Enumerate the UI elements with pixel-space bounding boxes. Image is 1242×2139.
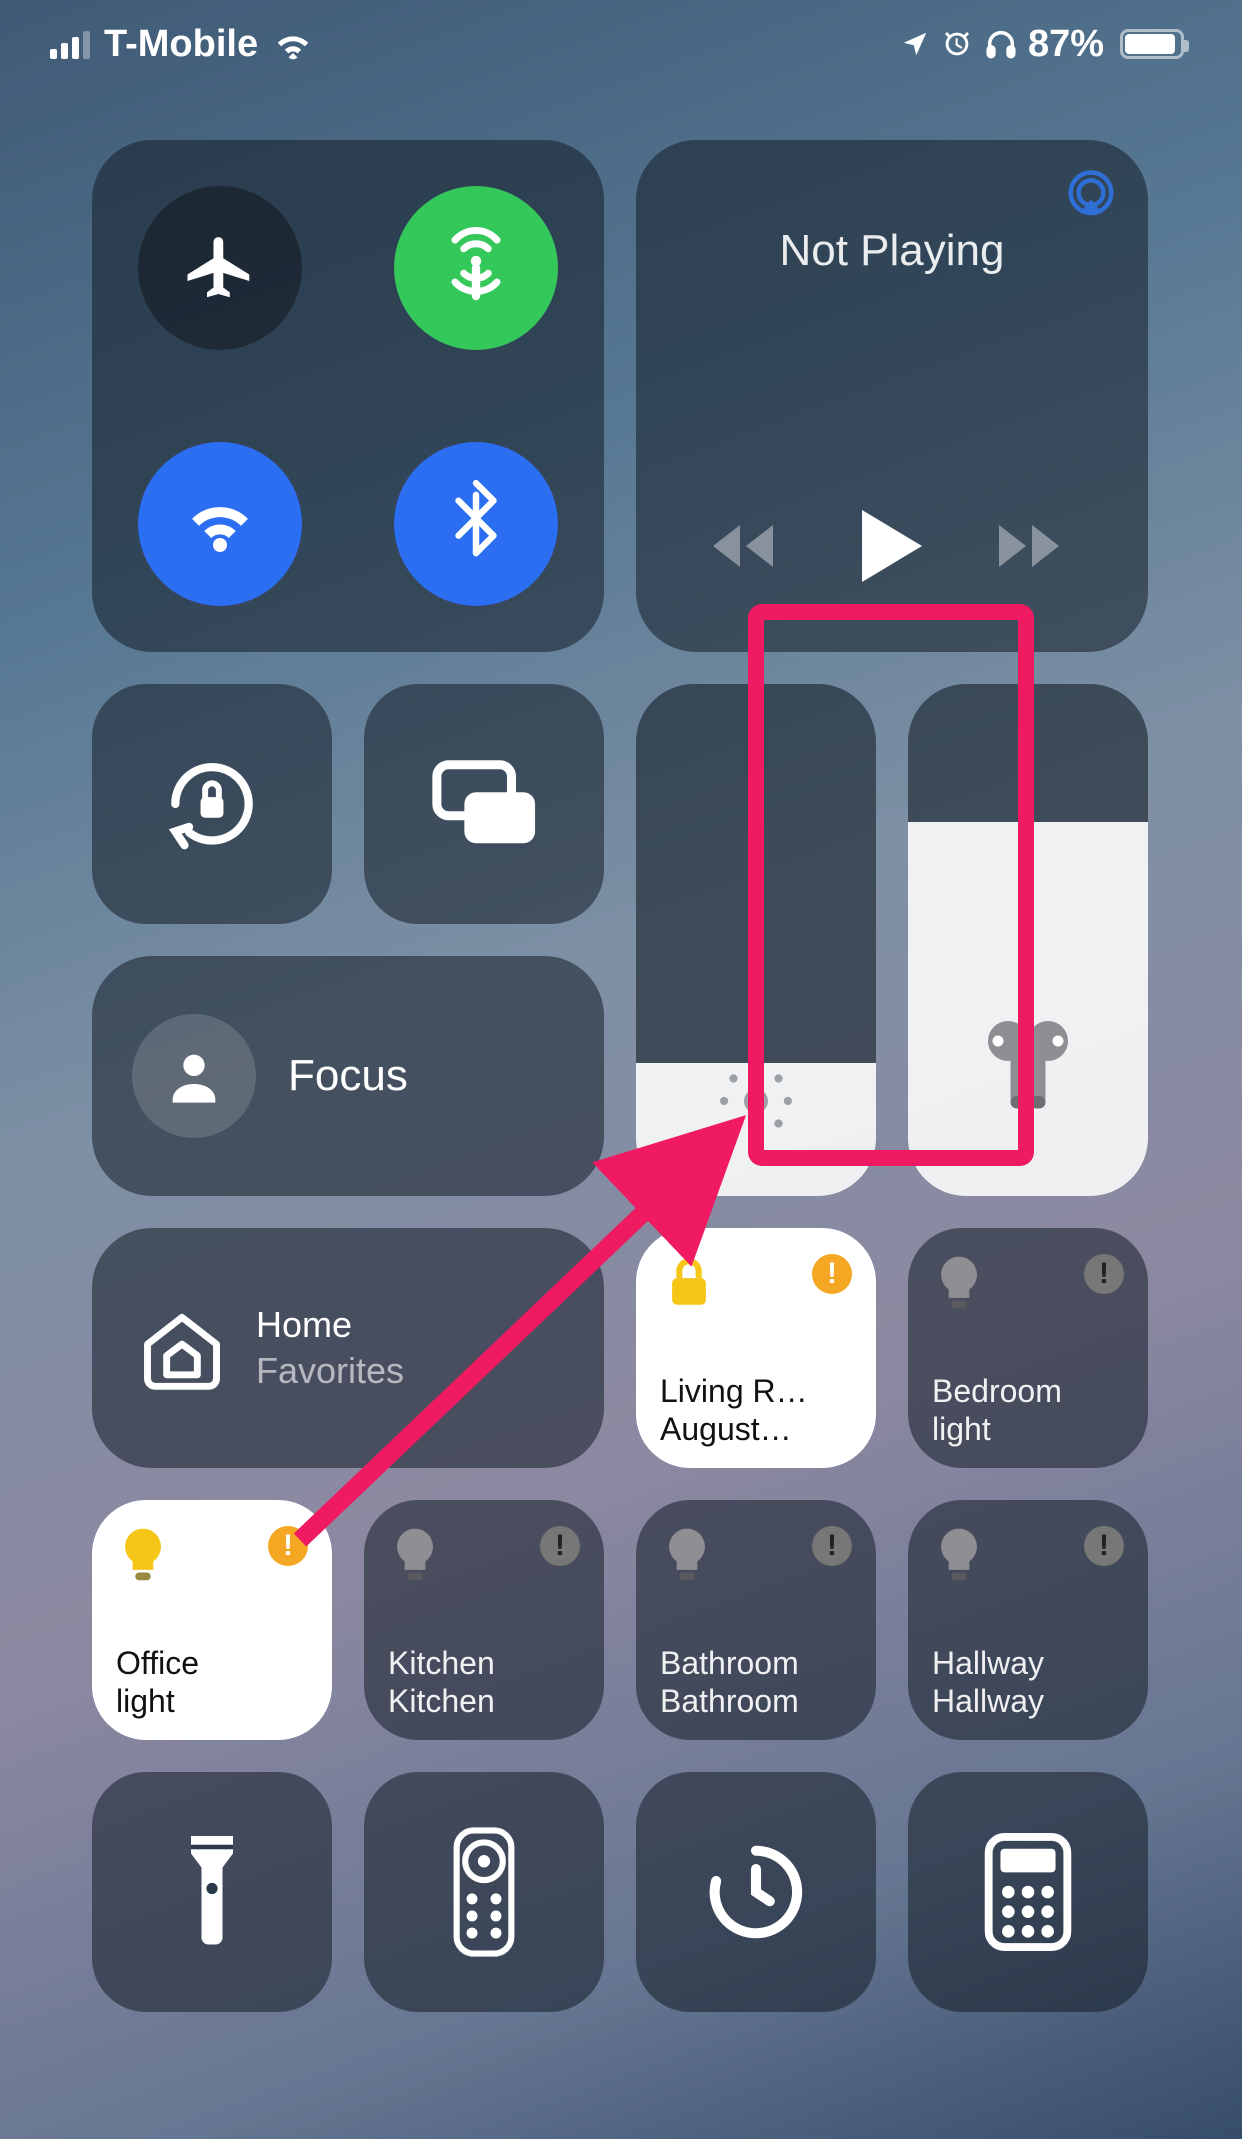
warning-badge-icon: ! [1084, 1254, 1124, 1294]
battery-percent-label: 87% [1028, 23, 1104, 66]
rotation-lock-icon [157, 749, 267, 859]
accessory-line1: Hallway [932, 1644, 1124, 1682]
flashlight-icon [177, 1832, 247, 1952]
airplane-mode-toggle[interactable] [138, 186, 302, 350]
accessory-tile[interactable]: ! Hallway Hallway [908, 1500, 1148, 1740]
timer-button[interactable] [636, 1772, 876, 2012]
warning-badge-icon: ! [812, 1526, 852, 1566]
tv-remote-icon [453, 1827, 515, 1957]
bulb-icon [660, 1526, 714, 1588]
wifi-toggle[interactable] [138, 442, 302, 606]
status-bar: T-Mobile 87% [0, 0, 1242, 88]
accessory-line1: Living R… [660, 1372, 852, 1410]
accessory-tile[interactable]: ! Living R… August… [636, 1228, 876, 1468]
battery-icon [1120, 29, 1184, 59]
sun-icon [711, 1056, 801, 1146]
accessory-line2: light [116, 1682, 308, 1720]
bluetooth-toggle[interactable] [394, 442, 558, 606]
media-next-button[interactable] [999, 518, 1071, 574]
calculator-button[interactable] [908, 1772, 1148, 2012]
bulb-icon [932, 1254, 986, 1316]
accessory-tile[interactable]: ! Bathroom Bathroom [636, 1500, 876, 1740]
bluetooth-icon [441, 480, 511, 568]
apple-tv-remote-button[interactable] [364, 1772, 604, 2012]
accessory-line2: Bathroom [660, 1682, 852, 1720]
timer-icon [701, 1837, 811, 1947]
orientation-lock-toggle[interactable] [92, 684, 332, 924]
warning-badge-icon: ! [540, 1526, 580, 1566]
screen-mirroring-button[interactable] [364, 684, 604, 924]
connectivity-module[interactable] [92, 140, 604, 652]
wifi-icon [178, 482, 262, 566]
airplane-icon [181, 229, 259, 307]
focus-avatar-icon [132, 1014, 256, 1138]
accessory-line2: light [932, 1410, 1124, 1448]
focus-label: Focus [288, 1051, 408, 1101]
airplay-icon[interactable] [1064, 168, 1118, 222]
accessory-line1: Bathroom [660, 1644, 852, 1682]
bulb-icon [932, 1526, 986, 1588]
volume-slider[interactable] [908, 684, 1148, 1196]
cellular-signal-icon [50, 29, 90, 59]
lock-accessory-icon [660, 1254, 718, 1312]
home-title-label: Home [256, 1304, 404, 1346]
brightness-slider[interactable] [636, 684, 876, 1196]
flashlight-button[interactable] [92, 1772, 332, 2012]
antenna-icon [434, 226, 518, 310]
media-prev-button[interactable] [713, 518, 785, 574]
control-center-grid: Not Playing [92, 140, 1150, 2012]
screen-mirroring-icon [429, 759, 539, 849]
home-favorites-button[interactable]: Home Favorites [92, 1228, 604, 1468]
accessory-line2: August… [660, 1410, 852, 1448]
accessory-tile[interactable]: ! Bedroom light [908, 1228, 1148, 1468]
bulb-icon [116, 1526, 170, 1588]
warning-badge-icon: ! [268, 1526, 308, 1566]
media-module[interactable]: Not Playing [636, 140, 1148, 652]
wifi-icon [272, 27, 314, 61]
media-title-label: Not Playing [636, 226, 1148, 276]
home-subtitle-label: Favorites [256, 1350, 404, 1392]
bulb-icon [388, 1526, 442, 1588]
media-play-button[interactable] [860, 510, 924, 582]
warning-badge-icon: ! [812, 1254, 852, 1294]
focus-button[interactable]: Focus [92, 956, 604, 1196]
carrier-label: T-Mobile [104, 23, 258, 66]
accessory-line1: Bedroom [932, 1372, 1124, 1410]
location-icon [900, 29, 930, 59]
accessory-tile[interactable]: ! Kitchen Kitchen [364, 1500, 604, 1740]
warning-badge-icon: ! [1084, 1526, 1124, 1566]
calculator-icon [984, 1833, 1072, 1951]
alarm-icon [940, 27, 974, 61]
accessory-line1: Kitchen [388, 1644, 580, 1682]
airpods-icon [978, 1016, 1078, 1126]
accessory-tile[interactable]: ! Office light [92, 1500, 332, 1740]
accessory-line2: Hallway [932, 1682, 1124, 1720]
headphones-icon [984, 27, 1018, 61]
cellular-data-toggle[interactable] [394, 186, 558, 350]
accessory-line2: Kitchen [388, 1682, 580, 1720]
home-icon [136, 1302, 228, 1394]
accessory-line1: Office [116, 1644, 308, 1682]
